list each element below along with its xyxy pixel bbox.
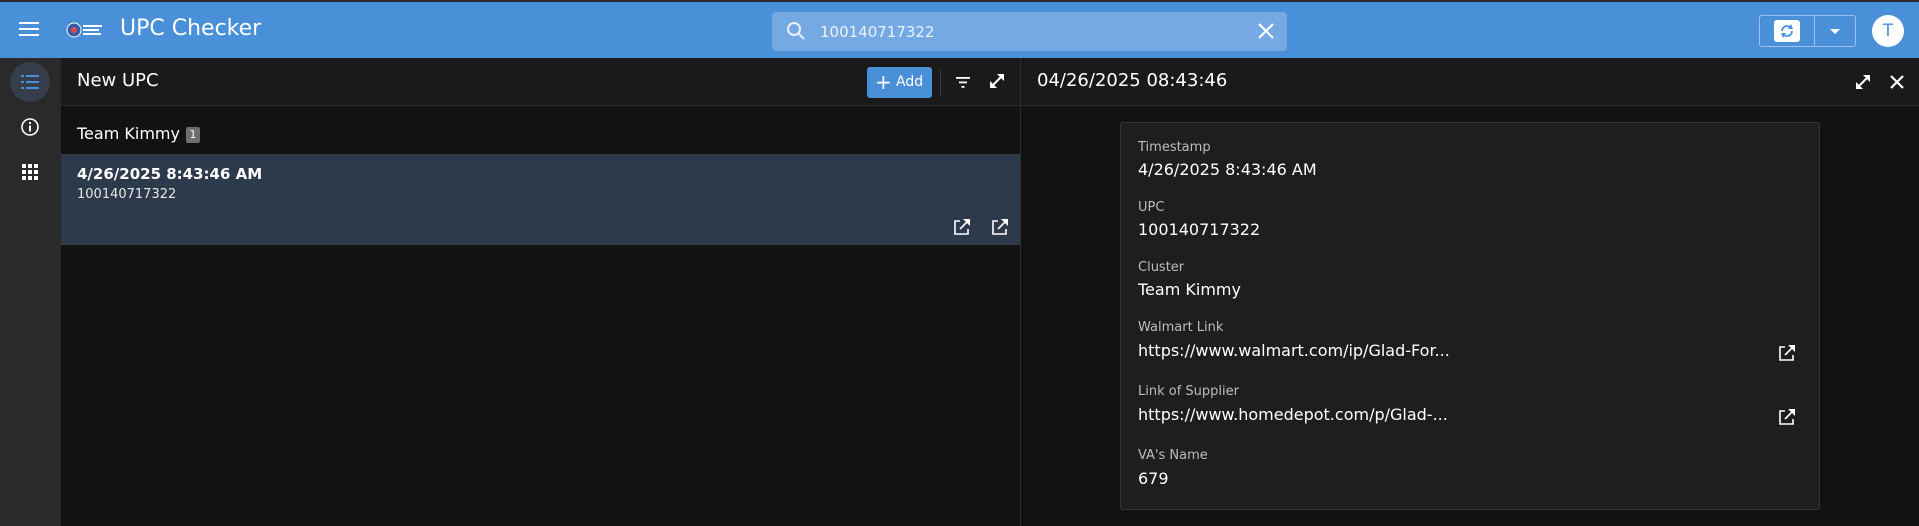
sync-icon [1781,24,1793,38]
header-divider [940,70,941,96]
field-value-cluster: Team Kimmy [1138,280,1241,299]
group-label: Team Kimmy [77,124,180,143]
list-item[interactable]: 4/26/2025 8:43:46 AM 100140717322 [61,154,1020,245]
field-value-walmart-link[interactable]: https://www.walmart.com/ip/Glad-For... [1138,341,1450,360]
caret-down-icon [1830,29,1840,34]
field-label-cluster: Cluster [1138,260,1185,275]
detail-card: Timestamp 4/26/2025 8:43:46 AM UPC 10014… [1120,122,1820,510]
search-box[interactable] [772,12,1287,51]
list-item-title: 4/26/2025 8:43:46 AM [77,165,263,183]
top-app-bar: UPC Checker 100140717322 T [0,0,1919,58]
list-panel: New UPC + Add Team Kimmy 1 4/26/2025 8:4… [61,58,1021,526]
clear-search-icon[interactable] [1257,22,1275,40]
sync-button[interactable] [1760,16,1815,46]
search-icon [787,22,805,40]
detail-panel: 04/26/2025 08:43:46 Timestamp 4/26/2025 … [1021,58,1919,526]
list-panel-title: New UPC [77,70,159,91]
expand-icon[interactable] [987,71,1007,91]
info-icon [21,118,39,136]
sync-dropdown-button[interactable] [1815,16,1855,46]
open-link-icon[interactable] [1777,343,1797,363]
close-icon[interactable] [1887,72,1907,92]
apps-grid-icon [22,164,38,180]
open-link-icon[interactable] [1777,407,1797,427]
user-avatar[interactable]: T [1872,15,1904,47]
add-button-label: Add [896,74,924,90]
expand-icon[interactable] [1853,72,1873,92]
field-label-timestamp: Timestamp [1138,140,1211,155]
search-input[interactable] [820,12,1220,51]
list-item-subtitle: 100140717322 [77,187,177,202]
detail-panel-title: 04/26/2025 08:43:46 [1037,70,1228,91]
rail-item-list[interactable] [10,62,50,102]
field-value-timestamp: 4/26/2025 8:43:46 AM [1138,160,1317,179]
add-button[interactable]: + Add [867,67,932,98]
group-count-badge: 1 [186,127,200,143]
rail-item-apps[interactable] [10,152,50,192]
field-value-supplier-link[interactable]: https://www.homedepot.com/p/Glad-... [1138,405,1448,424]
navigation-rail [0,58,61,526]
company-logo-icon [66,22,102,38]
field-label-va-name: VA's Name [1138,448,1208,463]
field-label-upc: UPC [1138,200,1165,215]
open-link-icon[interactable] [952,217,972,237]
open-link-icon[interactable] [990,217,1010,237]
filter-icon[interactable] [954,73,972,91]
list-icon [21,75,39,89]
app-title: UPC Checker [120,16,262,41]
field-label-walmart-link: Walmart Link [1138,320,1224,335]
field-value-upc: 100140717322 [1138,220,1261,239]
sync-button-group [1759,15,1856,47]
field-value-va-name: 679 [1138,469,1169,488]
field-label-supplier-link: Link of Supplier [1138,384,1239,399]
list-panel-header: New UPC + Add [61,58,1020,106]
rail-item-info[interactable] [10,107,50,147]
plus-icon: + [875,70,892,94]
menu-icon[interactable] [17,18,41,42]
detail-panel-header: 04/26/2025 08:43:46 [1021,58,1919,106]
